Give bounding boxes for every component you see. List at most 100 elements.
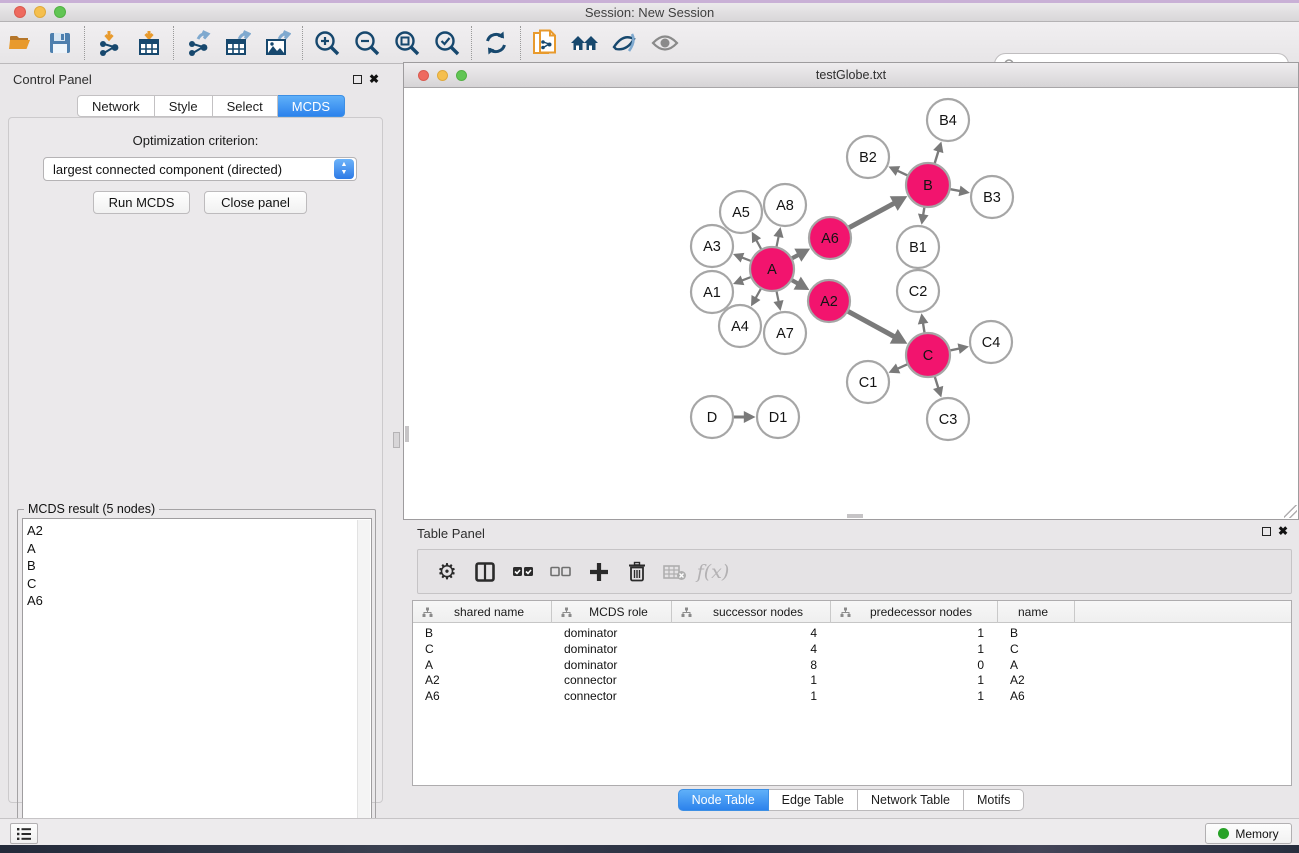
column-header-name[interactable]: name bbox=[998, 601, 1075, 623]
canvas-vscroll-nub[interactable] bbox=[405, 426, 409, 442]
mcds-list-scrollbar[interactable] bbox=[357, 520, 370, 844]
home-button[interactable] bbox=[565, 25, 605, 61]
column-header-shared-name[interactable]: shared name bbox=[413, 601, 552, 623]
memory-button[interactable]: Memory bbox=[1205, 823, 1292, 844]
node-A[interactable]: A bbox=[750, 247, 794, 291]
node-C2[interactable]: C2 bbox=[897, 270, 939, 312]
add-column-button[interactable] bbox=[580, 554, 618, 590]
tab-edge-table[interactable]: Edge Table bbox=[769, 789, 858, 811]
column-header-successor-nodes[interactable]: successor nodes bbox=[672, 601, 831, 623]
node-A5[interactable]: A5 bbox=[720, 191, 762, 233]
columns-icon bbox=[475, 562, 495, 582]
node-D[interactable]: D bbox=[691, 396, 733, 438]
attribute-type-icon bbox=[561, 607, 572, 618]
status-bar: Memory bbox=[0, 818, 1299, 845]
node-C4[interactable]: C4 bbox=[970, 321, 1012, 363]
table-cell: B bbox=[413, 625, 552, 641]
node-A7[interactable]: A7 bbox=[764, 312, 806, 354]
node-B4[interactable]: B4 bbox=[927, 99, 969, 141]
node-B[interactable]: B bbox=[906, 163, 950, 207]
tab-mcds[interactable]: MCDS bbox=[278, 95, 345, 117]
zoom-out-button[interactable] bbox=[347, 25, 387, 61]
toolbar-separator bbox=[302, 26, 303, 60]
edge-A6-B[interactable] bbox=[847, 203, 895, 229]
optimization-criterion-label: Optimization criterion: bbox=[9, 133, 382, 148]
import-table-button[interactable] bbox=[129, 25, 169, 61]
divider-grip-icon[interactable] bbox=[393, 432, 400, 448]
node-A2[interactable]: A2 bbox=[808, 280, 850, 322]
column-header-mcds-role[interactable]: MCDS role bbox=[552, 601, 672, 623]
table-row[interactable]: A6connector11A6 bbox=[413, 688, 1291, 704]
show-columns-button[interactable] bbox=[466, 554, 504, 590]
network-canvas[interactable]: B4 B2 B B3 A5A8A6 A3 B1 A A1 C2 A2 A4A7 C4 C C1 C3 D D1 bbox=[404, 88, 1298, 519]
close-panel-button[interactable]: Close panel bbox=[204, 191, 307, 214]
export-table-icon bbox=[225, 30, 251, 56]
select-all-button[interactable] bbox=[504, 554, 542, 590]
delete-column-button[interactable] bbox=[618, 554, 656, 590]
save-session-button[interactable] bbox=[40, 25, 80, 61]
network-graph[interactable]: B4 B2 B B3 A5A8A6 A3 B1 A A1 C2 A2 A4A7 C4 C C1 C3 D D1 bbox=[404, 88, 1298, 519]
tab-select[interactable]: Select bbox=[213, 95, 278, 117]
table-row[interactable]: Cdominator41C bbox=[413, 641, 1291, 657]
zoom-in-button[interactable] bbox=[307, 25, 347, 61]
float-panel-icon[interactable] bbox=[353, 75, 362, 84]
node-A6[interactable]: A6 bbox=[809, 217, 851, 259]
column-header-label: predecessor nodes bbox=[851, 605, 997, 619]
node-A3[interactable]: A3 bbox=[691, 225, 733, 267]
task-history-button[interactable] bbox=[10, 823, 38, 844]
run-mcds-button[interactable]: Run MCDS bbox=[93, 191, 190, 214]
mcds-result-list[interactable]: A2ABCA6 bbox=[22, 518, 372, 844]
node-A1[interactable]: A1 bbox=[691, 271, 733, 313]
node-C[interactable]: C bbox=[906, 333, 950, 377]
table-toolbar: ⚙ bbox=[417, 549, 1292, 594]
refresh-layout-button[interactable] bbox=[476, 25, 516, 61]
float-panel-icon[interactable] bbox=[1262, 527, 1271, 536]
export-table-button[interactable] bbox=[218, 25, 258, 61]
node-B1[interactable]: B1 bbox=[897, 226, 939, 268]
tab-network-table[interactable]: Network Table bbox=[858, 789, 964, 811]
tab-motifs[interactable]: Motifs bbox=[964, 789, 1024, 811]
node-C1[interactable]: C1 bbox=[847, 361, 889, 403]
graphics-details-button[interactable] bbox=[605, 25, 645, 61]
table-row[interactable]: Bdominator41B bbox=[413, 625, 1291, 641]
node-B2[interactable]: B2 bbox=[847, 136, 889, 178]
control-panel-tabs: NetworkStyleSelectMCDS bbox=[77, 95, 345, 117]
canvas-hscroll-nub[interactable] bbox=[847, 514, 863, 518]
criterion-select[interactable]: largest connected component (directed) ▲… bbox=[43, 157, 357, 181]
mcds-result-item[interactable]: A bbox=[23, 540, 371, 558]
mcds-result-item[interactable]: A2 bbox=[23, 522, 371, 540]
mcds-result-item[interactable]: B bbox=[23, 557, 371, 575]
export-network-button[interactable] bbox=[178, 25, 218, 61]
tab-network[interactable]: Network bbox=[77, 95, 155, 117]
node-table[interactable]: shared nameMCDS rolesuccessor nodes prede… bbox=[412, 600, 1292, 786]
node-B3[interactable]: B3 bbox=[971, 176, 1013, 218]
zoom-fit-button[interactable] bbox=[387, 25, 427, 61]
table-row[interactable]: Adominator80A bbox=[413, 657, 1291, 673]
panel-divider[interactable] bbox=[390, 64, 403, 818]
node-D1[interactable]: D1 bbox=[757, 396, 799, 438]
tab-node-table[interactable]: Node Table bbox=[678, 789, 769, 811]
node-label: B1 bbox=[909, 240, 927, 256]
export-image-button[interactable] bbox=[258, 25, 298, 61]
mcds-result-item[interactable]: C bbox=[23, 575, 371, 593]
mcds-result-item[interactable]: A6 bbox=[23, 592, 371, 610]
open-session-button[interactable] bbox=[0, 25, 40, 61]
zoom-selected-button[interactable] bbox=[427, 25, 467, 61]
edge-A2-C[interactable] bbox=[846, 310, 895, 337]
resize-grip-icon[interactable] bbox=[1284, 505, 1297, 518]
new-network-document-button[interactable] bbox=[525, 25, 565, 61]
column-header-predecessor-nodes[interactable]: predecessor nodes bbox=[831, 601, 998, 623]
node-C3[interactable]: C3 bbox=[927, 398, 969, 440]
birds-eye-view-button[interactable] bbox=[645, 25, 685, 61]
table-options-button[interactable]: ⚙ bbox=[428, 554, 466, 590]
close-panel-icon[interactable]: ✖ bbox=[1278, 524, 1288, 538]
import-network-button[interactable] bbox=[89, 25, 129, 61]
toolbar-separator bbox=[173, 26, 174, 60]
close-panel-icon[interactable]: ✖ bbox=[369, 72, 379, 86]
node-A8[interactable]: A8 bbox=[764, 184, 806, 226]
node-A4[interactable]: A4 bbox=[719, 305, 761, 347]
tab-style[interactable]: Style bbox=[155, 95, 213, 117]
table-row[interactable]: A2connector11A2 bbox=[413, 672, 1291, 688]
select-all-icon bbox=[512, 564, 534, 580]
clear-selection-button[interactable] bbox=[542, 554, 580, 590]
